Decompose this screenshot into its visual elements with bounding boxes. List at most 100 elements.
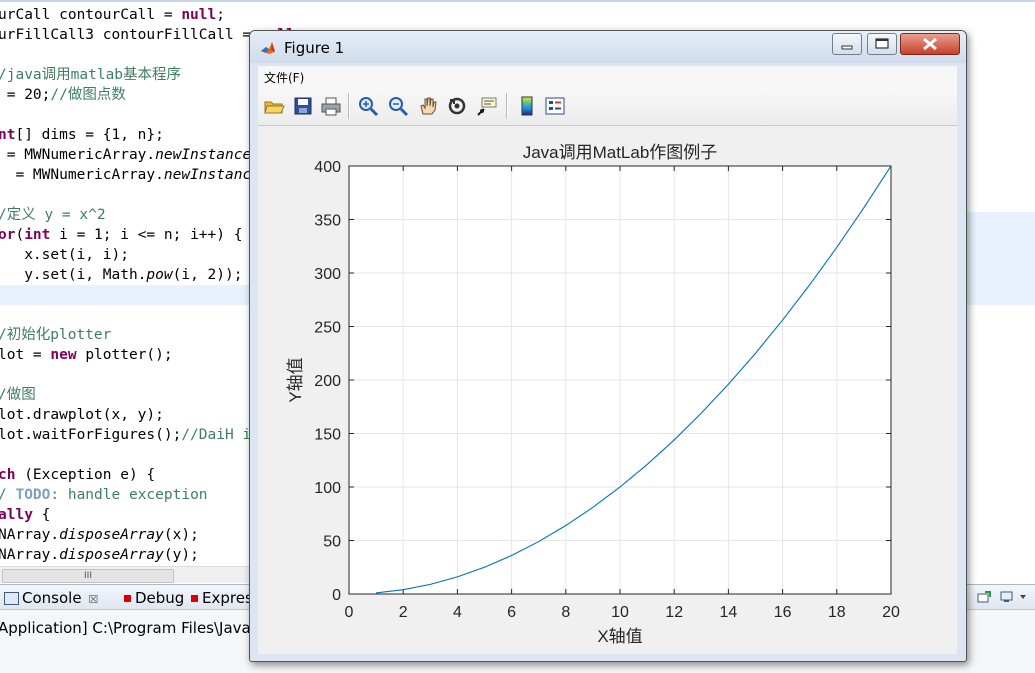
x-tick-label: 16 (774, 604, 792, 621)
code-line: / TODO: handle exception (0, 485, 208, 505)
code-line: NArray.disposeArray(y); (0, 545, 199, 565)
zoom-in-icon[interactable] (357, 95, 379, 117)
save-icon[interactable] (292, 95, 314, 117)
tab-console[interactable]: Console ☒ (4, 588, 98, 608)
code-line: lot.waitForFigures();//DaiH i (0, 425, 251, 445)
code-line: ally { (0, 505, 50, 525)
code-line: /java调用matlab基本程序 (0, 65, 181, 85)
x-tick-label: 18 (828, 604, 846, 621)
code-line: nt[] dims = {1, n}; (0, 125, 164, 145)
x-tick-label: 10 (611, 604, 629, 621)
y-tick-label: 300 (314, 266, 341, 283)
scrollbar-thumb[interactable]: III (2, 569, 174, 583)
open-icon[interactable] (263, 95, 285, 117)
code-token: /java调用matlab基本程序 (0, 67, 182, 83)
code-token: nt (0, 127, 16, 143)
tab-debug[interactable]: Debug (124, 588, 184, 608)
close-icon[interactable]: ☒ (88, 593, 98, 606)
window-title: Figure 1 (284, 39, 345, 57)
code-token: ( (15, 227, 25, 243)
x-tick-label: 12 (665, 604, 683, 621)
pin-console-icon[interactable] (977, 591, 991, 603)
code-token: (x); (163, 527, 199, 543)
code-token: urCall contourCall = (0, 7, 182, 23)
zoom-out-icon[interactable] (387, 95, 409, 117)
code-token: / (0, 487, 15, 503)
toolbar-separator (348, 93, 350, 119)
code-token: (y); (163, 547, 199, 563)
print-icon[interactable] (320, 95, 342, 117)
code-token: NArray. (0, 547, 60, 563)
rotate-icon[interactable] (446, 95, 468, 117)
code-line: urCall contourCall = null; (0, 5, 225, 25)
matlab-icon (261, 42, 275, 54)
code-line: = 20;//做图点数 (0, 85, 126, 105)
figure-toolbar (258, 87, 957, 126)
display-console-icon[interactable] (1000, 591, 1014, 603)
code-token: newInstance (163, 167, 260, 183)
code-line: y.set(i, Math.pow(i, 2)); (0, 265, 242, 285)
y-tick-label: 0 (332, 587, 341, 604)
code-token: TODO (15, 487, 51, 503)
code-line: NArray.disposeArray(x); (0, 525, 199, 545)
plot-area: 0 2 4 6 8 10 12 14 16 18 20 0 50 100 150 200 250 300 350 40… (258, 126, 957, 654)
code-token: ally (0, 507, 33, 523)
title-bar[interactable]: Figure 1 (250, 31, 966, 63)
y-axis-label: Y轴值 (286, 357, 305, 402)
code-token: ; (216, 7, 225, 23)
colorbar-icon[interactable] (516, 95, 538, 117)
code-token: = MWNumericArray. (0, 167, 164, 183)
code-token: /初始化plotter (0, 327, 112, 343)
minimize-button[interactable] (832, 33, 862, 55)
x-tick-label: 6 (507, 604, 516, 621)
close-button[interactable] (900, 33, 960, 55)
y-tick-label: 350 (314, 213, 341, 230)
code-token: new (50, 347, 77, 363)
code-token: urFillCall3 contourFillCall = (0, 27, 260, 43)
x-tick-label: 2 (399, 604, 408, 621)
legend-icon[interactable] (544, 95, 566, 117)
code-token: x.set(i, i); (0, 247, 129, 263)
y-tick-label: 50 (323, 534, 341, 551)
code-line: or(int i = 1; i <= n; i++) { (0, 225, 242, 245)
code-line: /定义 y = x^2 (0, 205, 106, 225)
debug-square-icon (124, 595, 131, 602)
data-cursor-icon[interactable] (476, 95, 498, 117)
editor-highlight-band (960, 212, 1035, 292)
chevron-down-icon[interactable] (1019, 591, 1027, 603)
chart-title: Java调用MatLab作图例子 (523, 143, 718, 162)
y-tick-label: 250 (314, 320, 341, 337)
code-token: //DaiH i (181, 427, 252, 443)
code-line: x.set(i, i); (0, 245, 129, 265)
code-token: null (181, 7, 217, 23)
code-line: lot.drawplot(x, y); (0, 405, 164, 425)
code-token: [] dims = {1, n}; (15, 127, 164, 143)
code-token: disposeArray (59, 547, 164, 563)
code-token: pow (146, 267, 173, 283)
code-token: int (24, 227, 51, 243)
code-token: or (0, 227, 16, 243)
figure-window: Figure 1 文件(F) 02468 10 12 14 16 18 20 0… (249, 30, 967, 662)
tab-debug-label: Debug (135, 589, 185, 607)
tab-console-label: Console (22, 589, 82, 607)
code-line: lot = new plotter(); (0, 345, 173, 365)
code-token: y.set(i, Math. (0, 267, 147, 283)
code-line: /初始化plotter (0, 325, 111, 345)
maximize-button[interactable] (867, 33, 897, 55)
line-chart[interactable]: 0 2 4 6 8 10 12 14 16 18 2005010015020025030035040… (258, 126, 957, 654)
menu-file[interactable]: 文件(F) (264, 69, 304, 86)
code-token: newInstance (155, 147, 252, 163)
code-token: ch (0, 467, 16, 483)
console-launch-path: Application] C:\Program Files\Java\ (0, 619, 256, 637)
code-token: /定义 y = x^2 (0, 207, 106, 223)
code-token: disposeArray (59, 527, 164, 543)
code-token: = 20; (0, 87, 51, 103)
expressions-square-icon (191, 595, 198, 602)
code-token: = MWNumericArray. (0, 147, 156, 163)
tab-expressions[interactable]: Expres (191, 588, 253, 608)
editor-horizontal-scrollbar[interactable]: III (0, 566, 260, 583)
x-tick-label: 8 (561, 604, 570, 621)
pan-icon[interactable] (417, 95, 439, 117)
code-token: //做图点数 (50, 87, 126, 103)
x-axis-label: X轴值 (597, 627, 642, 646)
